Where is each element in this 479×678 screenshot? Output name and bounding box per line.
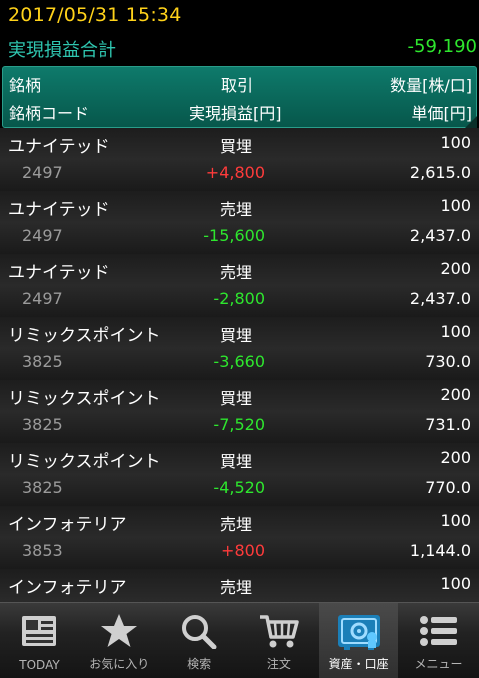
tab-newspaper[interactable]: TODAY <box>0 603 79 678</box>
trade-type: 買埋 <box>220 389 253 408</box>
quantity: 200 <box>440 385 471 404</box>
stock-code: 3853 <box>22 541 63 560</box>
bottom-tab-bar: TODAY お気に入り 検索 注文 資産・口座 メニュー <box>0 602 479 678</box>
tab-label: メニュー <box>414 657 463 671</box>
quantity: 200 <box>440 448 471 467</box>
trade-type: 売埋 <box>220 200 253 219</box>
stock-code: 3825 <box>22 478 63 497</box>
trade-type: 買埋 <box>220 137 253 156</box>
trade-type: 買埋 <box>220 326 253 345</box>
unit-price: 731.0 <box>425 415 471 434</box>
realized-pnl-total-label: 実現損益合計 <box>8 40 116 61</box>
stock-code: 3825 <box>22 352 63 371</box>
stock-name: インフォテリア <box>8 515 127 535</box>
table-row[interactable]: リミックスポイント 買埋 200 3825 -4,520 770.0 <box>0 443 479 507</box>
table-row[interactable]: リミックスポイント 買埋 200 3825 -7,520 731.0 <box>0 380 479 444</box>
realized-pnl-total-value: -59,190 <box>407 36 477 57</box>
unit-price: 2,615.0 <box>409 163 471 182</box>
quantity: 100 <box>440 133 471 152</box>
trade-list: ユナイテッド 買埋 100 2497 +4,800 2,615.0 ユナイテッド 売埋 100 2… <box>0 128 479 602</box>
realized-pnl: -3,660 <box>213 352 265 371</box>
realized-pnl: -7,520 <box>213 415 265 434</box>
header-trade: 取引 <box>221 76 254 95</box>
stock-code: 2497 <box>22 163 63 182</box>
stock-code: 3825 <box>22 415 63 434</box>
realized-pnl: -4,520 <box>213 478 265 497</box>
quantity: 200 <box>440 259 471 278</box>
realized-pnl: +800 <box>221 541 265 560</box>
trade-type: 買埋 <box>220 452 253 471</box>
header-stock: 銘柄 <box>9 76 42 95</box>
datetime: 2017/05/31 15:34 <box>8 4 182 26</box>
stock-name: リミックスポイント <box>8 389 161 409</box>
tab-search[interactable]: 検索 <box>160 603 239 678</box>
quantity: 100 <box>440 322 471 341</box>
table-header: 銘柄 取引 数量[株/口] 銘柄コード 実現損益[円] 単価[円] <box>2 66 477 128</box>
unit-price: 2,437.0 <box>409 226 471 245</box>
table-row[interactable]: ユナイテッド 売埋 100 2497 -15,600 2,437.0 <box>0 191 479 255</box>
quantity: 100 <box>440 196 471 215</box>
header-realized-pnl: 実現損益[円] <box>189 104 282 123</box>
realized-pnl: +4,800 <box>205 163 265 182</box>
stock-name: インフォテリア <box>8 578 127 598</box>
stock-name: ユナイテッド <box>8 263 110 283</box>
stock-name: リミックスポイント <box>8 452 161 472</box>
quantity: 100 <box>440 511 471 530</box>
realized-pnl: -2,800 <box>213 289 265 308</box>
trade-type: 売埋 <box>220 515 253 534</box>
header-quantity: 数量[株/口] <box>390 76 472 95</box>
table-row[interactable]: リミックスポイント 買埋 100 3825 -3,660 730.0 <box>0 317 479 381</box>
tab-label: TODAY <box>19 658 60 672</box>
unit-price: 1,144.0 <box>409 541 471 560</box>
stock-name: リミックスポイント <box>8 326 161 346</box>
header-stock-code: 銘柄コード <box>9 104 90 123</box>
tab-star[interactable]: お気に入り <box>80 603 159 678</box>
unit-price: 770.0 <box>425 478 471 497</box>
unit-price: 2,437.0 <box>409 289 471 308</box>
table-row[interactable]: インフォテリア 売埋 100 <box>0 569 479 602</box>
stock-name: ユナイテッド <box>8 200 110 220</box>
quantity: 100 <box>440 574 471 593</box>
header-unit-price: 単価[円] <box>411 104 473 123</box>
tab-label: 注文 <box>266 657 291 671</box>
realized-pnl: -15,600 <box>203 226 265 245</box>
tab-label: お気に入り <box>89 657 150 671</box>
status-bar: 2017/05/31 15:34 実現損益合計 -59,190 <box>0 0 479 66</box>
stock-code: 2497 <box>22 226 63 245</box>
tab-label: 検索 <box>187 657 212 671</box>
tab-menu[interactable]: メニュー <box>399 603 478 678</box>
trade-type: 売埋 <box>220 263 253 282</box>
stock-code: 2497 <box>22 289 63 308</box>
table-row[interactable]: インフォテリア 売埋 100 3853 +800 1,144.0 <box>0 506 479 570</box>
trade-type: 売埋 <box>220 578 253 597</box>
tab-safe[interactable]: 資産・口座 <box>319 603 399 678</box>
stock-name: ユナイテッド <box>8 137 110 157</box>
table-row[interactable]: ユナイテッド 買埋 100 2497 +4,800 2,615.0 <box>0 128 479 192</box>
unit-price: 730.0 <box>425 352 471 371</box>
table-row[interactable]: ユナイテッド 売埋 200 2497 -2,800 2,437.0 <box>0 254 479 318</box>
tab-cart[interactable]: 注文 <box>239 603 318 678</box>
tab-label: 資産・口座 <box>328 657 389 671</box>
